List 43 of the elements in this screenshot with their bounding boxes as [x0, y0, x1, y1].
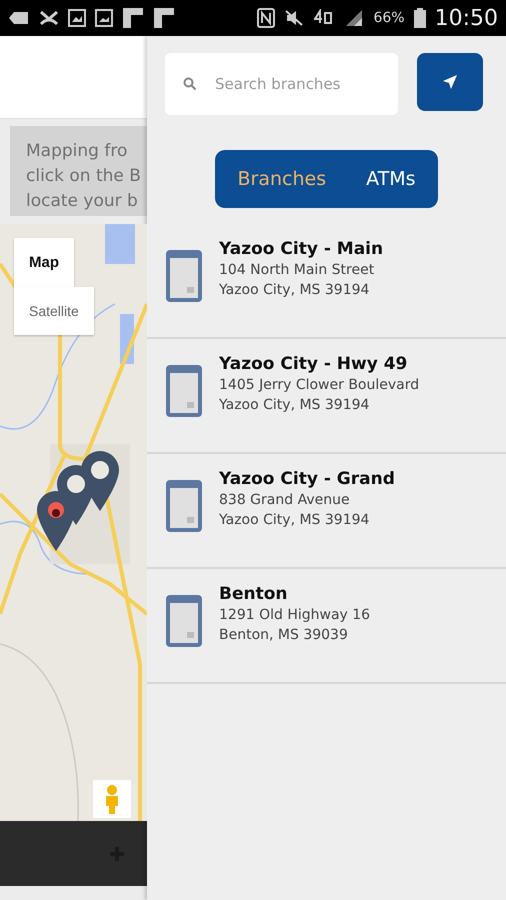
app-icon — [122, 7, 144, 29]
image-icon — [95, 9, 113, 27]
navigation-arrow-icon — [442, 74, 458, 90]
image-icon — [68, 9, 86, 27]
locate-button[interactable] — [417, 53, 483, 111]
branch-name: Benton — [219, 583, 288, 605]
branch-card-icon — [165, 249, 203, 303]
clock-time: 10:50 — [434, 6, 498, 30]
branch-address: Yazoo City, MS 39194 — [219, 281, 370, 300]
branch-address: Yazoo City, MS 39194 — [219, 396, 370, 415]
branch-name: Yazoo City - Grand — [219, 468, 395, 490]
segment-tab[interactable]: Branches — [237, 168, 326, 190]
branch-card-icon — [165, 479, 203, 533]
branch-address: 838 Grand Avenue — [219, 491, 351, 510]
branch-address: Benton, MS 39039 — [219, 626, 349, 645]
branch-address: 1405 Jerry Clower Boulevard — [219, 376, 420, 395]
missed-call-icon — [39, 8, 59, 28]
notice-text: Mapping fro click on the B locate your b — [10, 126, 147, 216]
app-icon — [153, 7, 175, 29]
battery-level: 66% — [373, 10, 405, 26]
person-icon — [104, 784, 120, 814]
battery-icon — [414, 8, 426, 28]
map-type-button[interactable]: Satellite — [14, 287, 94, 335]
search-field[interactable]: Search branches — [165, 53, 398, 115]
branch-name: Yazoo City - Main — [219, 238, 384, 260]
signal-icon — [344, 9, 364, 27]
nfc-icon — [257, 8, 276, 28]
branch-list-item[interactable]: Yazoo City - Hwy 49 1405 Jerry Clower Boulevard Yazoo City, MS 39194 — [147, 339, 506, 454]
branch-list-item[interactable]: Yazoo City - Main 104 North Main Street Yazoo City, MS 39194 — [147, 224, 506, 339]
branch-address: Yazoo City, MS 39194 — [219, 511, 370, 530]
mute-icon — [284, 9, 304, 27]
branch-list-item[interactable]: Yazoo City - Grand 838 Grand Avenue Yazoo City, MS 39194 — [147, 454, 506, 569]
segment-tab[interactable]: ATMs — [366, 168, 416, 190]
branch-list-item[interactable]: Benton 1291 Old Highway 16 Benton, MS 39039 — [147, 569, 506, 684]
branch-name: Yazoo City - Hwy 49 — [219, 353, 408, 375]
branch-address: 104 North Main Street — [219, 261, 376, 280]
message-icon — [8, 10, 30, 26]
map-pin-icon — [36, 490, 76, 552]
map-type-button[interactable]: Map — [14, 238, 74, 287]
search-icon — [183, 77, 197, 91]
branch-card-icon — [165, 364, 203, 418]
branch-card-icon — [165, 594, 203, 648]
branch-address: 1291 Old Highway 16 — [219, 606, 370, 625]
